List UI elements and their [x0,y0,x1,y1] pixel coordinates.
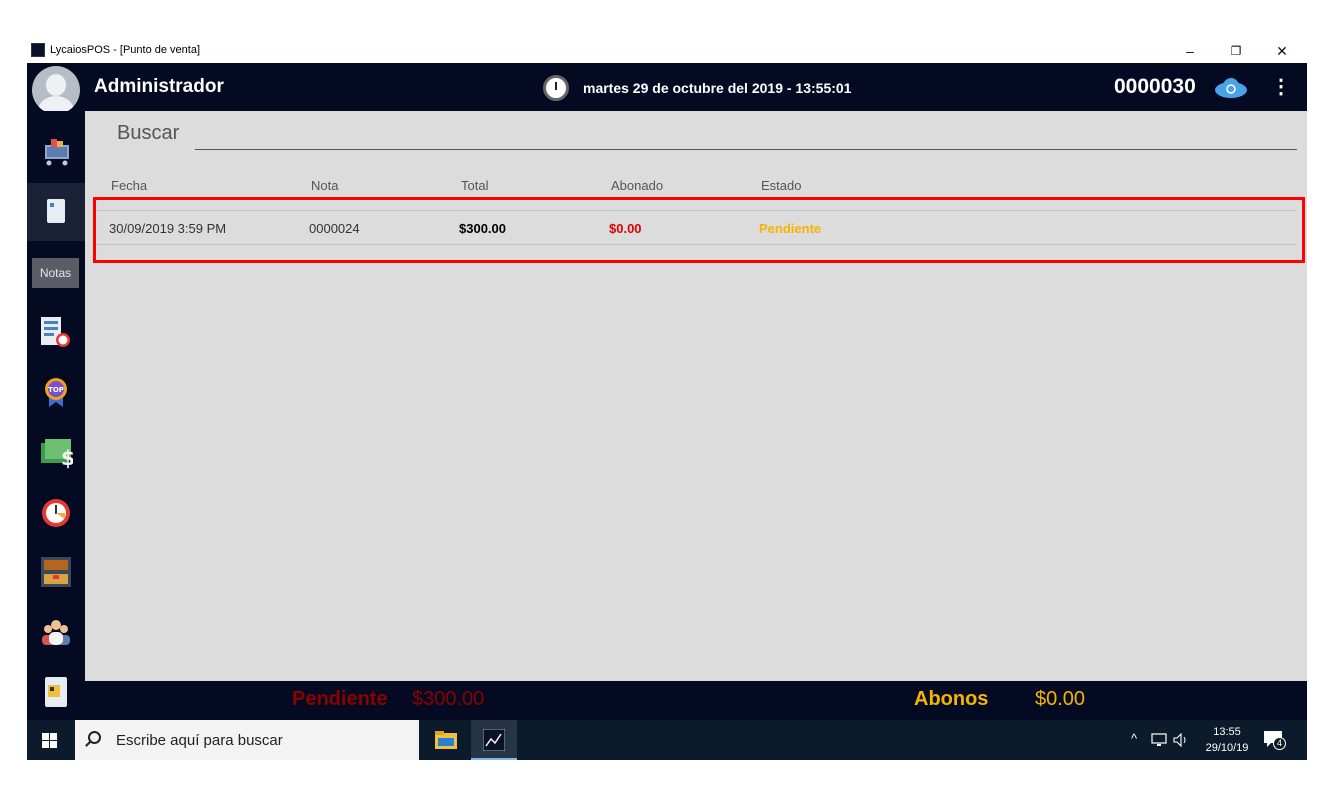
folder-icon [435,731,457,749]
summary-bar: Pendiente $300.00 Abonos $0.00 [85,681,1307,720]
notas-tooltip: Notas [32,258,79,288]
column-header-nota[interactable]: Nota [311,178,338,193]
file-explorer-button[interactable] [423,720,469,760]
abonos-value: $0.00 [1035,688,1086,710]
sidebar-item-notes[interactable] [27,183,85,241]
sidebar: Notas TOP $ [27,111,85,720]
app-logo-icon [483,729,505,751]
column-header-abonado[interactable]: Abonado [611,178,663,193]
abonos-label: Abonos [914,688,989,710]
selection-highlight [93,197,1305,263]
sidebar-item-documents[interactable] [27,663,85,721]
inventory-shelf-icon [41,557,71,587]
timer-icon [42,499,70,527]
sidebar-item-sales[interactable] [27,123,85,181]
close-button[interactable]: ✕ [1259,40,1305,63]
window-title: LycaiosPOS - [Punto de venta] [50,44,201,56]
chevron-up-icon[interactable]: ^ [1131,731,1137,746]
money-icon: $ [41,439,73,469]
notes-panel: Buscar Fecha Nota Total Abonado Estado 3… [85,111,1307,681]
sidebar-item-cash[interactable]: $ [27,423,85,481]
column-header-fecha[interactable]: Fecha [111,178,147,193]
notification-count-badge: 4 [1273,737,1286,750]
sidebar-item-top[interactable]: TOP [27,363,85,421]
sidebar-item-timer[interactable] [27,483,85,541]
ticket-number: 0000030 [1114,75,1196,98]
customers-icon [42,620,70,645]
sidebar-item-inventory[interactable] [27,543,85,601]
taskbar-clock[interactable]: 13:55 29/10/19 [1201,724,1253,756]
pendiente-value: $300.00 [412,688,485,710]
notes-icon [47,199,65,223]
window-titlebar: LycaiosPOS - [Punto de venta] – ❐ ✕ [27,40,1307,63]
lycaiospos-taskbar-button[interactable] [471,720,517,760]
network-icon[interactable] [1151,733,1167,747]
sidebar-item-reports[interactable] [27,303,85,361]
start-button[interactable] [27,720,74,760]
app-header: Administrador martes 29 de octubre del 2… [27,63,1307,114]
taskbar-search-placeholder: Escribe aquí para buscar [116,732,283,749]
document-icon [45,677,67,707]
column-header-total[interactable]: Total [461,178,488,193]
pendiente-label: Pendiente [292,688,388,710]
search-input[interactable] [195,123,1297,150]
avatar[interactable] [32,66,80,114]
sidebar-item-customers[interactable] [27,603,85,661]
more-menu-icon[interactable]: ⋮ [1271,76,1291,100]
taskbar-date: 29/10/19 [1205,742,1249,754]
user-name: Administrador [94,76,224,97]
shopping-cart-icon [45,139,69,166]
volume-icon[interactable] [1173,733,1189,747]
clock-icon [543,75,569,101]
column-header-estado[interactable]: Estado [761,178,801,193]
notification-center-button[interactable]: 4 [1263,728,1287,752]
search-icon [88,731,101,744]
restore-button[interactable]: ❐ [1213,40,1259,63]
datetime-display: martes 29 de octubre del 2019 - 13:55:01 [583,80,852,96]
taskbar-search[interactable]: Escribe aquí para buscar [75,720,419,760]
svg-text:TOP: TOP [48,386,64,394]
reports-clock-icon [41,317,70,347]
taskbar-time: 13:55 [1213,726,1241,738]
app-logo-icon [31,43,45,57]
top-badge-icon: TOP [45,378,67,407]
minimize-button[interactable]: – [1167,40,1213,63]
svg-text:$: $ [61,446,73,469]
cloud-sync-icon[interactable] [1214,78,1248,98]
taskbar: Escribe aquí para buscar ^ 13:55 29/10/1… [27,720,1307,760]
search-label: Buscar [117,122,180,144]
system-tray[interactable]: ^ [1127,720,1197,760]
